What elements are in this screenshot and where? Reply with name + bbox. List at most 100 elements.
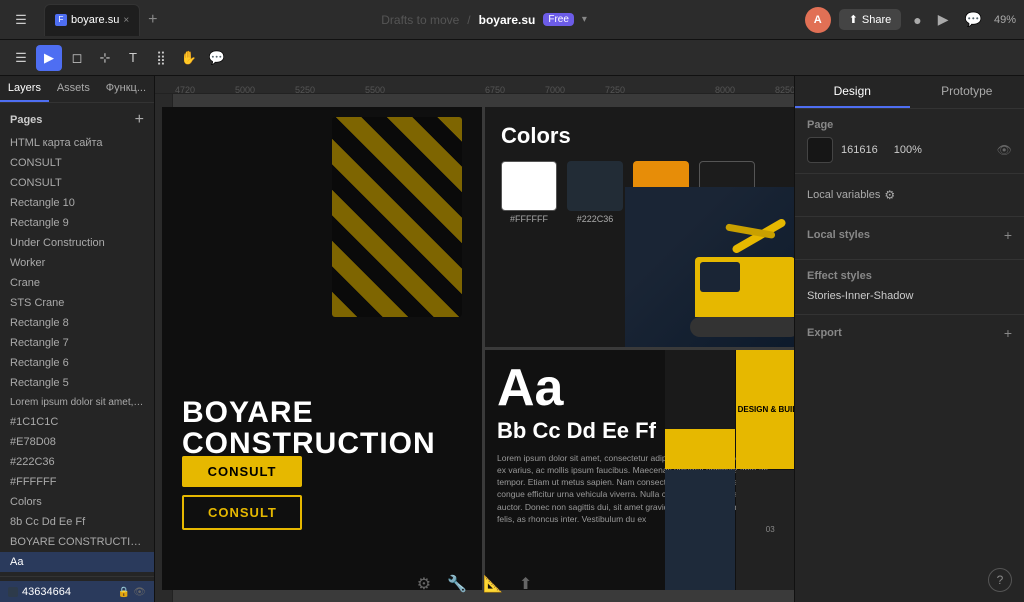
left-panel: Layers Assets Функц... Pages + HTML карт… [0, 76, 155, 602]
frame-icon[interactable]: ◻ [64, 45, 90, 71]
list-item[interactable]: CONSULT [0, 153, 154, 173]
effect-styles-title: Effect styles [807, 270, 1012, 282]
layer-section: 43634664 🔒 👁 810940b08112d9c97c747c340a3… [0, 576, 154, 602]
page-color-swatch[interactable] [807, 137, 833, 163]
list-item[interactable]: Rectangle 8 [0, 313, 154, 333]
eye-icon[interactable]: 👁 [997, 143, 1012, 157]
shape-icon[interactable]: ⊹ [92, 45, 118, 71]
canvas-content: BOYARE CONSTRUCTION CONSULT CONSULT Colo… [173, 94, 794, 602]
list-item[interactable]: Rectangle 6 [0, 353, 154, 373]
list-item[interactable]: Rectangle 5 [0, 373, 154, 393]
tool-icon-4[interactable]: ⬆ [519, 574, 532, 594]
body-main [695, 257, 794, 317]
avatar: A [805, 7, 831, 33]
list-item[interactable]: Crane [0, 273, 154, 293]
export-title: Export [807, 327, 842, 339]
color-swatch-white [501, 161, 557, 211]
local-variables-button[interactable]: Local variables ⚙ [807, 184, 1012, 206]
layer-name: 43634664 [22, 586, 114, 598]
list-item[interactable]: HTML карта сайта [0, 133, 154, 153]
help-button[interactable]: ? [988, 568, 1012, 592]
dropdown-arrow-icon[interactable]: ▾ [582, 14, 587, 25]
brand-text-block: BOYARE CONSTRUCTION [182, 397, 436, 460]
mini-bottom-bar [665, 429, 735, 469]
list-item[interactable]: #E78D08 [0, 432, 154, 452]
color-label: #FFFFFF [510, 214, 548, 224]
comment-icon[interactable]: 💬 [961, 9, 986, 30]
pages-title: Pages [10, 114, 42, 126]
grid-icon[interactable]: ⣿ [148, 45, 174, 71]
list-item[interactable]: #FFFFFF [0, 472, 154, 492]
colors-title: Colors [501, 123, 789, 149]
list-item[interactable]: #1C1C1C [0, 412, 154, 432]
text-icon[interactable]: T [120, 45, 146, 71]
design-panel-tabs: Design Prototype [795, 76, 1024, 109]
main-tab[interactable]: F boyare.su × [44, 4, 140, 36]
tool-icon-3[interactable]: 📐 [483, 574, 503, 594]
design-panel: Design Prototype Page 161616 100% 👁 Loca… [794, 76, 1024, 602]
page-opacity: 100% [894, 144, 922, 156]
list-item[interactable]: Rectangle 9 [0, 213, 154, 233]
top-right: A Page ⬆ Share ● ▶ 💬 49% [805, 7, 1016, 33]
top-center: Drafts to move / boyare.su Free ▾ [170, 13, 799, 27]
effect-item[interactable]: Stories-Inner-Shadow [807, 288, 1012, 304]
tab-functions[interactable]: Функц... [98, 76, 154, 102]
tool-icon-2[interactable]: 🔧 [447, 574, 467, 594]
layer-item[interactable]: 43634664 🔒 👁 [0, 581, 154, 602]
layers-icon[interactable]: ☰ [8, 45, 34, 71]
list-item[interactable]: Worker [0, 253, 154, 273]
canvas[interactable]: 4720 5000 5250 5500 6750 7000 7250 8000 … [155, 76, 794, 602]
mini-label: DESIGN & BUILD [738, 405, 794, 414]
lock-icon[interactable]: 🔒 [118, 587, 130, 598]
tab-assets[interactable]: Assets [49, 76, 98, 102]
list-item[interactable]: CONSULT [0, 173, 154, 193]
local-styles-header: Local styles + [807, 227, 1012, 243]
list-item-active[interactable]: Aa [0, 552, 154, 572]
zoom-percent[interactable]: 49% [994, 14, 1016, 26]
effect-styles-section: Effect styles Stories-Inner-Shadow [795, 260, 1024, 315]
list-item[interactable]: BOYARE CONSTRUCTION [0, 532, 154, 552]
comment-tool-icon[interactable]: 💬 [204, 45, 230, 71]
tab-label: boyare.su [71, 14, 119, 26]
figma-icon[interactable]: ● [909, 10, 925, 30]
cabin [700, 262, 740, 292]
tab-area: F boyare.su × + [44, 4, 164, 36]
list-item[interactable]: Lorem ipsum dolor sit amet, conse... [0, 393, 154, 412]
consult-button-outline[interactable]: CONSULT [182, 495, 302, 530]
menu-icon[interactable]: ☰ [8, 7, 34, 33]
mini-num: 03 [766, 525, 775, 534]
local-styles-add-button[interactable]: + [1004, 227, 1012, 243]
hand-icon[interactable]: ✋ [176, 45, 202, 71]
export-add-button[interactable]: + [1004, 325, 1012, 341]
list-item[interactable]: Rectangle 10 [0, 193, 154, 213]
page-section: Page 161616 100% 👁 [795, 109, 1024, 174]
select-icon[interactable]: ▶ [36, 45, 62, 71]
list-item[interactable]: Rectangle 7 [0, 333, 154, 353]
list-item[interactable]: Colors [0, 492, 154, 512]
play-icon[interactable]: ▶ [934, 9, 953, 30]
share-button[interactable]: Page ⬆ Share [839, 9, 902, 30]
list-item[interactable]: 8b Cc Dd Ee Ff [0, 512, 154, 532]
export-header: Export + [807, 325, 1012, 341]
tab-add-button[interactable]: + [142, 11, 163, 29]
pages-add-button[interactable]: + [135, 111, 144, 129]
list-item[interactable]: #222C36 [0, 452, 154, 472]
breadcrumb-sep: / [467, 13, 470, 27]
local-styles-title: Local styles [807, 229, 870, 241]
tab-layers[interactable]: Layers [0, 76, 49, 102]
site-name: boyare.su [479, 13, 536, 27]
tool-group-main: ☰ ▶ ◻ ⊹ T ⣿ ✋ 💬 [8, 45, 230, 71]
brand-line1: BOYARE [182, 396, 314, 429]
main-layout: Layers Assets Функц... Pages + HTML карт… [0, 76, 1024, 602]
list-item[interactable]: STS Crane [0, 293, 154, 313]
tool-icon-1[interactable]: ⚙ [417, 574, 431, 594]
list-item[interactable]: Under Construction [0, 233, 154, 253]
eye-icon[interactable]: 👁 [133, 587, 146, 598]
tab-prototype[interactable]: Prototype [910, 76, 1024, 108]
tab-design[interactable]: Design [795, 76, 910, 108]
left-construction-panel: BOYARE CONSTRUCTION CONSULT CONSULT [162, 107, 482, 590]
brand-name: BOYARE CONSTRUCTION [182, 397, 436, 460]
tab-close-icon[interactable]: × [123, 15, 129, 26]
page-color-value: 161616 [841, 144, 878, 156]
consult-button-filled[interactable]: CONSULT [182, 456, 302, 487]
